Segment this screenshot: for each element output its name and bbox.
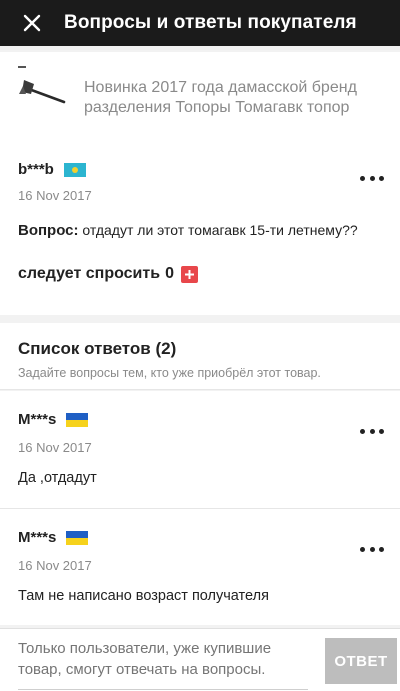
ukraine-flag-icon [66, 412, 89, 427]
more-dots-icon [360, 428, 365, 434]
answer-input[interactable] [18, 638, 308, 690]
answer-text: Там не написано возраст получателя [18, 588, 269, 604]
product-card[interactable]: Новинка 2017 года дамасской бренд раздел… [0, 52, 400, 134]
question-body: отдадут ли этот томагавк 15-ти летнему?? [82, 222, 358, 238]
ask-also-row: следует спросить 0 [18, 265, 198, 283]
plus-icon [184, 269, 194, 279]
send-answer-button[interactable]: ОТВЕТ [325, 638, 397, 684]
top-bar: Вопросы и ответы покупателя [0, 0, 400, 46]
more-options-button[interactable] [360, 168, 384, 188]
username: b***b [18, 161, 54, 178]
username: M***s [18, 529, 57, 546]
question-date: 16 Nov 2017 [18, 188, 92, 203]
product-title[interactable]: Новинка 2017 года дамасской бренд раздел… [84, 78, 384, 118]
answers-header: Список ответов (2) Задайте вопросы тем, … [0, 323, 400, 390]
ask-also-count: 0 [165, 265, 174, 282]
axe-image [18, 66, 66, 104]
more-dots-icon [360, 546, 365, 552]
question-text: Вопрос: отдадут ли этот томагавк 15-ти л… [18, 222, 358, 239]
more-options-button[interactable] [360, 539, 384, 559]
answer-date: 16 Nov 2017 [18, 558, 92, 573]
product-thumbnail[interactable] [18, 64, 68, 114]
question-author: b***b [18, 161, 86, 178]
kazakhstan-flag-icon [63, 162, 86, 177]
close-button[interactable] [0, 0, 64, 46]
username: M***s [18, 411, 57, 428]
answers-title: Список ответов (2) [18, 339, 177, 358]
answer-item: M***s 16 Nov 2017 Да ,отдадут [0, 391, 400, 508]
answer-author: M***s [18, 529, 89, 546]
answer-date: 16 Nov 2017 [18, 440, 92, 455]
ask-also-button[interactable] [180, 265, 198, 283]
answer-author: M***s [18, 411, 89, 428]
more-dots-icon [360, 175, 365, 181]
question-label: Вопрос: [18, 222, 79, 239]
answer-item: M***s 16 Nov 2017 Там не написано возрас… [0, 508, 400, 625]
question-card: b***b 16 Nov 2017 Вопрос: отдадут ли это… [0, 134, 400, 315]
close-icon[interactable] [23, 14, 41, 32]
page-title: Вопросы и ответы покупателя [64, 12, 357, 33]
answers-subtitle: Задайте вопросы тем, кто уже приобрёл эт… [18, 366, 321, 380]
answer-composer: ОТВЕТ [0, 628, 400, 691]
ukraine-flag-icon [66, 530, 89, 545]
ask-also-label: следует спросить [18, 265, 161, 282]
more-options-button[interactable] [360, 421, 384, 441]
answer-text: Да ,отдадут [18, 470, 97, 486]
